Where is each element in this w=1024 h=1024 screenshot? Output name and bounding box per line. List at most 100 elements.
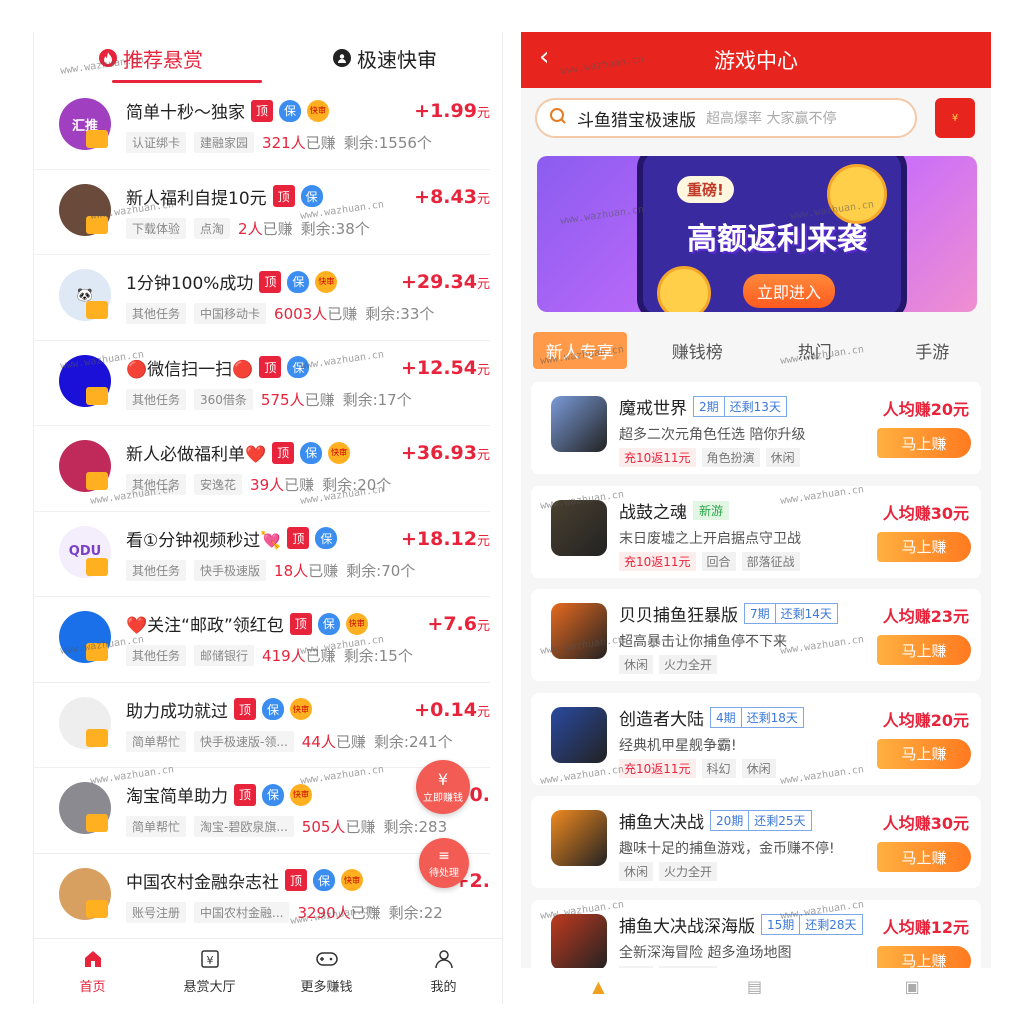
gift-icon[interactable]: ▤ <box>747 977 762 996</box>
search-bar[interactable]: 斗鱼猎宝极速版 超高爆率 大家赢不停 <box>535 98 917 138</box>
crown-icon <box>86 814 108 832</box>
guarantee-badge: 保 <box>315 527 338 549</box>
top-badge: 顶 <box>285 869 307 891</box>
task-row[interactable]: 🐼 1分钟100%成功顶保快审 +29.34元 其他任务 中国移动卡 6003人已赚 剩余:… <box>34 255 490 341</box>
period-badge: 4期 还剩18天 <box>710 706 804 728</box>
crown-icon <box>86 728 108 747</box>
promo-banner[interactable]: 重磅! 高额返利来袭 立即进入 <box>537 156 977 312</box>
instant-earn-button[interactable]: ¥ 立即赚钱 <box>416 760 470 814</box>
game-tag: 火力全开 <box>659 862 718 881</box>
search-icon <box>549 107 567 129</box>
back-arrow-icon[interactable]: ‹ <box>539 42 549 72</box>
earned-count: 44人已赚 <box>302 731 366 752</box>
bag-icon[interactable]: ▣ <box>905 977 920 996</box>
top-badge: 顶 <box>234 783 256 806</box>
yuan-icon: ¥ <box>199 948 221 970</box>
earn-now-button[interactable]: 马上赚 <box>877 842 971 872</box>
task-tag: 中国移动卡 <box>194 303 267 324</box>
svg-text:¥: ¥ <box>206 954 213 967</box>
tiger-icon[interactable]: ▲ <box>592 977 604 996</box>
task-title-row: 简单十秒～独家顶保快审 <box>126 98 329 123</box>
task-tag: 淘宝-碧欧泉旗... <box>194 816 294 837</box>
earned-suffix: 已赚 <box>304 390 335 409</box>
earned-count: 321人已赚 <box>262 132 336 153</box>
task-tag: 安逸花 <box>194 474 243 495</box>
days-left: 还剩18天 <box>746 710 798 725</box>
game-tag: 休闲 <box>619 655 654 674</box>
tab-fast-review[interactable]: 极速快审 <box>333 44 437 73</box>
bottom-nav: ▲ ▤ ▣ <box>521 968 991 1004</box>
red-packet-icon[interactable]: ¥ <box>935 98 975 138</box>
task-title: 🔴微信扫一扫🔴 <box>126 359 254 380</box>
average-earn: 人均赚12元 <box>882 917 969 937</box>
page-title: 游戏中心 <box>714 49 798 73</box>
earn-now-button[interactable]: 马上赚 <box>877 738 971 769</box>
nav-reward-hall-label: 悬赏大厅 <box>183 980 236 995</box>
top-badge: 顶 <box>272 185 295 207</box>
task-meta: 下载体验 点淘 2人已赚 剩余:38个 <box>126 217 370 239</box>
remaining-count: 剩余:38个 <box>300 219 370 238</box>
task-row[interactable]: 汇推 简单十秒～独家顶保快审 +1.99元 认证绑卡 建融家园 321人已赚 剩余:1556… <box>34 84 490 170</box>
game-tag: 部落征战 <box>741 551 800 571</box>
earned-suffix: 已赚 <box>335 732 366 751</box>
nav-more-earn[interactable]: 更多赚钱 <box>282 948 372 995</box>
task-row[interactable]: 🔴微信扫一扫🔴 顶保 +12.54元 其他任务 360借条 575人已赚 剩余:17个 <box>34 341 490 426</box>
remaining-count: 剩余:241个 <box>373 732 453 751</box>
earned-count: 575人已赚 <box>261 389 335 410</box>
task-amount: +7.6元 <box>427 613 490 635</box>
task-tag: 建融家园 <box>194 132 255 153</box>
task-amount-value: +8.43 <box>414 185 477 208</box>
banner-enter-button[interactable]: 立即进入 <box>743 274 836 308</box>
earned-number: 575人 <box>260 390 305 409</box>
period-badge: 20期 还剩25天 <box>710 810 812 831</box>
earned-suffix: 已赚 <box>327 305 358 323</box>
game-tag: 休闲 <box>741 758 776 778</box>
period-number: 4期 <box>711 707 742 727</box>
tab-mobile-games[interactable]: 手游 <box>877 338 987 363</box>
fast-review-badge: 快审 <box>341 869 363 891</box>
game-name: 创造者大陆 <box>619 709 704 730</box>
game-icon <box>551 396 607 452</box>
task-amount-unit: 元 <box>476 619 490 634</box>
game-title-row: 捕鱼大决战 20期 还剩25天 <box>619 808 812 833</box>
game-card[interactable]: 魔戒世界 2期 还剩13天 超多二次元角色任选 陪你升级 充10返11元 角色扮演 休闲 人均… <box>531 382 981 474</box>
top-badge: 顶 <box>289 612 312 635</box>
game-card[interactable]: 贝贝捕鱼狂暴版 7期 还剩14天 超高暴击让你捕鱼停不下来 休闲 火力全开 人均赚23元 马上… <box>531 589 981 681</box>
task-meta: 认证绑卡 建融家园 321人已赚 剩余:1556个 <box>126 132 432 153</box>
crown-icon <box>86 130 108 148</box>
nav-reward-hall[interactable]: ¥ 悬赏大厅 <box>165 948 255 995</box>
game-card[interactable]: 捕鱼大决战 20期 还剩25天 趣味十足的捕鱼游戏，金币赚不停! 休闲 火力全开 人均赚30… <box>531 796 981 888</box>
tab-earn-rank[interactable]: 赚钱榜 <box>642 338 752 363</box>
task-amount: +29.34元 <box>401 271 490 293</box>
game-icon <box>551 913 607 970</box>
task-meta: 其他任务 中国移动卡 6003人已赚 剩余:33个 <box>126 303 434 324</box>
task-amount: +18.12元 <box>401 528 490 550</box>
nav-more-earn-label: 更多赚钱 <box>300 980 353 995</box>
game-tag: 火力全开 <box>659 655 718 674</box>
task-title-row: 新人必做福利单❤️ 顶保快审 <box>126 440 351 465</box>
task-amount-value: +7.6 <box>427 613 477 635</box>
task-amount-value: +12.54 <box>400 356 477 379</box>
task-row[interactable]: QDU 看①分钟视频秒过💘 顶保 +18.12元 其他任务 快手极速版 18人已赚 剩余:70… <box>34 512 490 597</box>
top-badge: 顶 <box>259 356 282 378</box>
task-row[interactable]: 助力成功就过顶保快审 +0.14元 简单帮忙 快手极速版-领... 44人已赚 剩余:24… <box>34 683 490 768</box>
game-tag: 休闲 <box>619 862 654 881</box>
pending-label: 待处理 <box>429 867 459 879</box>
tab-fast-review-label: 极速快审 <box>357 47 437 72</box>
guarantee-badge: 保 <box>279 99 301 122</box>
earn-now-button[interactable]: 马上赚 <box>877 531 971 562</box>
days-left: 还剩13天 <box>729 400 781 414</box>
game-description: 末日废墟之上开启据点守卫战 <box>619 530 801 547</box>
task-amount-unit: 元 <box>476 106 490 121</box>
task-amount: +8.43元 <box>414 186 490 208</box>
earn-now-button[interactable]: 马上赚 <box>877 428 971 458</box>
task-tag: 点淘 <box>194 217 231 239</box>
pending-button[interactable]: ≡ 待处理 <box>419 838 469 888</box>
instant-earn-label: 立即赚钱 <box>423 793 463 804</box>
nav-home[interactable]: 首页 <box>48 948 138 995</box>
earn-now-button[interactable]: 马上赚 <box>877 635 971 665</box>
task-amount-value: +1.99 <box>414 100 477 122</box>
earned-count: 6003人已赚 <box>274 303 357 324</box>
nav-mine[interactable]: 我的 <box>399 948 489 995</box>
header-bar: ‹ 游戏中心 <box>521 32 991 88</box>
